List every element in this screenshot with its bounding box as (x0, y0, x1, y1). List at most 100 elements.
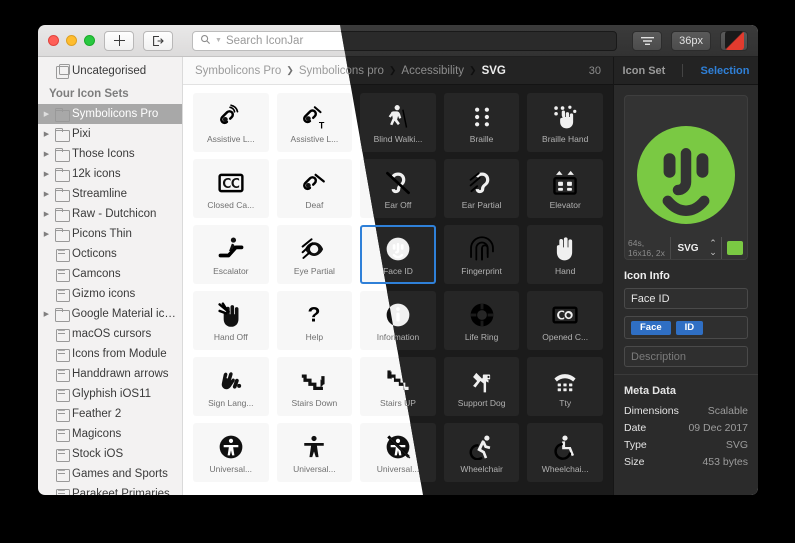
icon-tag[interactable]: ID (675, 320, 704, 335)
meta-key: Dimensions (624, 404, 679, 417)
folder-icon (55, 128, 70, 142)
sidebar-item-google-material-ico[interactable]: ▶ Google Material ico... (38, 304, 182, 324)
sidebar-item-label: Parakeet Primaries (72, 488, 170, 495)
life-ring-icon (469, 300, 495, 330)
elevator-icon (552, 168, 578, 198)
icon-cell[interactable]: Life Ring (443, 291, 520, 350)
icon-cell[interactable]: Braille Hand (527, 93, 603, 152)
sidebar-item-games-and-sports[interactable]: Games and Sports (38, 464, 182, 484)
icon-cell[interactable]: Ear Partial (443, 159, 520, 218)
sidebar-item-handdrawn-arrows[interactable]: Handdrawn arrows (38, 364, 182, 384)
icon-description-field[interactable]: Description (624, 346, 748, 367)
sidebar-item-magicons[interactable]: Magicons (38, 424, 182, 444)
sidebar-item-glyphish-ios11[interactable]: Glyphish iOS11 (38, 384, 182, 404)
export-icon[interactable] (143, 30, 173, 51)
sidebar-item-raw-dutchicon[interactable]: ▶ Raw - Dutchicon (38, 204, 182, 224)
deaf-icon (301, 168, 327, 198)
icon-cell[interactable]: T Assistive L... (276, 93, 353, 152)
disclosure-triangle-icon[interactable]: ▶ (42, 110, 51, 118)
minimize-button[interactable] (66, 35, 77, 46)
icon-cell[interactable]: Sign Lang... (193, 357, 269, 416)
icon-cell[interactable]: Closed Ca... (193, 159, 269, 218)
icon-cell[interactable]: Hand (527, 225, 603, 284)
sidebar-item-feather-2[interactable]: Feather 2 (38, 404, 182, 424)
icon-cell[interactable]: Fingerprint (443, 225, 520, 284)
disclosure-triangle-icon[interactable]: ▶ (42, 210, 51, 218)
icon-cell[interactable]: Escalator (193, 225, 269, 284)
tab-icon-set[interactable]: Icon Set (623, 65, 666, 77)
chevron-down-icon[interactable]: ▼ (215, 37, 222, 44)
sidebar-item-stock-ios[interactable]: Stock iOS (38, 444, 182, 464)
color-swatch-button[interactable] (720, 30, 748, 51)
icon-cell[interactable]: Tty (527, 357, 603, 416)
box-icon (55, 428, 70, 442)
sidebar-item-uncategorised[interactable]: Uncategorised (38, 61, 182, 81)
icon-cell[interactable]: Braille (443, 93, 520, 152)
breadcrumb-item-3[interactable]: SVG (482, 65, 506, 77)
sidebar-item-label: Gizmo icons (72, 288, 136, 300)
icon-info-section: Icon Info Face ID Face ID Description (614, 270, 758, 367)
sidebar-item-pixi[interactable]: ▶ Pixi (38, 124, 182, 144)
sidebar-item-label: Stock iOS (72, 448, 124, 460)
format-select[interactable]: SVG (671, 237, 705, 259)
sidebar-item-icons-from-module[interactable]: Icons from Module (38, 344, 182, 364)
icon-cell[interactable]: Assistive L... (193, 93, 269, 152)
sidebar-item-12k-icons[interactable]: ▶ 12k icons (38, 164, 182, 184)
meta-value: 09 Dec 2017 (688, 421, 748, 434)
preview-color-button[interactable] (721, 237, 747, 259)
sidebar-item-symbolicons-pro[interactable]: ▶ Symbolicons Pro (38, 104, 182, 124)
icon-cell[interactable]: Wheelchair (443, 423, 520, 482)
icon-cell[interactable]: Universal... (276, 423, 353, 482)
svg-text:?: ? (308, 303, 321, 326)
inspector-tabs[interactable]: Icon Set Selection (614, 57, 758, 85)
inspector-panel: Icon Set Selection 64s, 16x16, 2x SVG ⌃⌄… (613, 57, 758, 495)
icon-cell[interactable]: Hand Off (193, 291, 269, 350)
sidebar-item-octicons[interactable]: Octicons (38, 244, 182, 264)
icon-cell[interactable]: Elevator (527, 159, 603, 218)
stepper-icon[interactable]: ⌃⌄ (705, 237, 721, 259)
icon-count: 30 (588, 64, 601, 77)
support-dog-icon (469, 366, 495, 396)
breadcrumb-item-2[interactable]: Accessibility (401, 65, 464, 77)
sidebar-item-label: Feather 2 (72, 408, 122, 420)
tab-selection[interactable]: Selection (701, 65, 750, 77)
disclosure-triangle-icon[interactable]: ▶ (42, 170, 51, 178)
icon-cell[interactable]: Wheelchai... (527, 423, 603, 482)
icon-cell[interactable]: Deaf (276, 159, 353, 218)
icon-cell[interactable]: Blind Walki... (360, 93, 436, 152)
icon-cell[interactable]: ? Help (276, 291, 353, 350)
icon-cell[interactable]: Universal... (193, 423, 269, 482)
disclosure-triangle-icon[interactable]: ▶ (42, 130, 51, 138)
preview-options-bar[interactable]: 64s, 16x16, 2x SVG ⌃⌄ (625, 237, 747, 259)
icon-size-button[interactable]: 36px (671, 30, 711, 51)
icon-tags-field[interactable]: Face ID (624, 316, 748, 339)
disclosure-triangle-icon[interactable]: ▶ (42, 150, 51, 158)
filter-icon[interactable] (632, 30, 663, 51)
assistive-listening-t-icon: T (301, 102, 327, 132)
sidebar[interactable]: Uncategorised Your Icon Sets ▶ Symbolicon… (38, 57, 183, 495)
disclosure-triangle-icon[interactable]: ▶ (42, 310, 51, 318)
breadcrumb-item-0[interactable]: Symbolicons Pro (195, 65, 281, 77)
braille-icon (469, 102, 495, 132)
meta-row: Size 453 bytes (624, 453, 748, 470)
sidebar-item-macos-cursors[interactable]: macOS cursors (38, 324, 182, 344)
add-button[interactable] (104, 30, 134, 51)
disclosure-triangle-icon[interactable]: ▶ (42, 190, 51, 198)
disclosure-triangle-icon[interactable]: ▶ (42, 230, 51, 238)
sidebar-item-camcons[interactable]: Camcons (38, 264, 182, 284)
sidebar-item-streamline[interactable]: ▶ Streamline (38, 184, 182, 204)
icon-name-field[interactable]: Face ID (624, 288, 748, 309)
sidebar-item-gizmo-icons[interactable]: Gizmo icons (38, 284, 182, 304)
icon-cell[interactable]: Support Dog (443, 357, 520, 416)
sidebar-item-picons-thin[interactable]: ▶ Picons Thin (38, 224, 182, 244)
icon-tag[interactable]: Face (631, 320, 671, 335)
icon-info-title: Icon Info (624, 270, 670, 282)
icon-cell[interactable]: Stairs Down (276, 357, 353, 416)
sidebar-item-those-icons[interactable]: ▶ Those Icons (38, 144, 182, 164)
icon-cell[interactable]: Opened C... (527, 291, 603, 350)
sidebar-item-parakeet-primaries[interactable]: Parakeet Primaries (38, 484, 182, 495)
zoom-button[interactable] (84, 35, 95, 46)
icon-cell[interactable]: Eye Partial (276, 225, 353, 284)
window-controls[interactable] (48, 35, 95, 46)
close-button[interactable] (48, 35, 59, 46)
